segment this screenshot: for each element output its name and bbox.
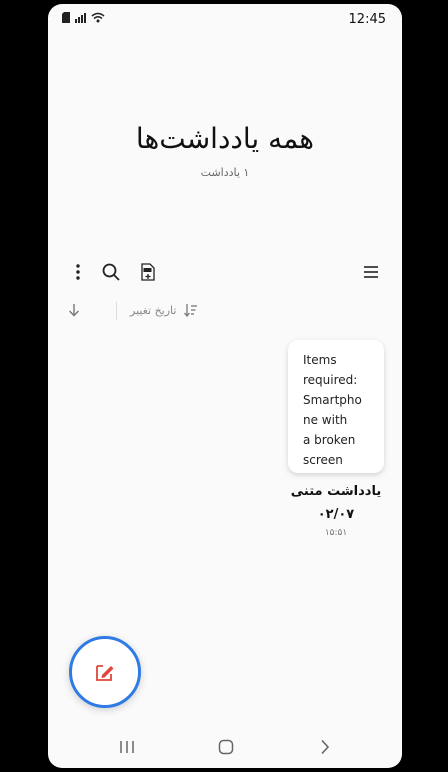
pdf-import-icon [141, 263, 155, 281]
search-button[interactable] [99, 260, 123, 284]
page-title: همه یادداشت‌ها [135, 122, 315, 155]
sort-bar: تاریخ تغییر [66, 302, 386, 322]
notes-app-screen: 12:45 همه یادداشت‌ها ۱ یادداشت [48, 4, 402, 768]
status-icons [62, 12, 105, 23]
note-date: ۰۲/۰۷ [317, 507, 355, 522]
recent-apps-button[interactable] [115, 735, 139, 759]
import-pdf-button[interactable] [136, 260, 160, 284]
note-count: ۱ یادداشت [200, 166, 250, 179]
sim-card-icon [62, 12, 70, 23]
compose-note-button[interactable] [69, 636, 141, 708]
sort-by-label[interactable]: تاریخ تغییر [130, 304, 176, 317]
more-vertical-icon [76, 264, 80, 280]
status-time: 12:45 [348, 12, 386, 27]
home-button[interactable] [214, 735, 238, 759]
note-preview: Items required: Smartpho ne with a broke… [303, 353, 362, 467]
sort-divider [116, 302, 117, 320]
hamburger-menu-icon [364, 266, 378, 278]
sort-icon[interactable] [184, 303, 198, 317]
menu-button[interactable] [359, 260, 383, 284]
note-card[interactable]: Items required: Smartpho ne with a broke… [288, 340, 384, 473]
note-title[interactable]: یادداشت متنی [288, 484, 384, 499]
back-button[interactable] [313, 735, 337, 759]
search-icon [102, 263, 120, 281]
note-time: ۱۵:۵۱ [324, 528, 348, 538]
status-bar: 12:45 [48, 4, 402, 34]
more-options-button[interactable] [66, 260, 90, 284]
recent-apps-icon [120, 741, 134, 753]
signal-icon [75, 12, 86, 23]
home-icon [218, 739, 234, 755]
arrow-down-icon[interactable] [68, 303, 80, 317]
compose-note-icon [96, 665, 114, 681]
chevron-right-icon [321, 739, 330, 755]
wifi-icon [91, 12, 105, 23]
